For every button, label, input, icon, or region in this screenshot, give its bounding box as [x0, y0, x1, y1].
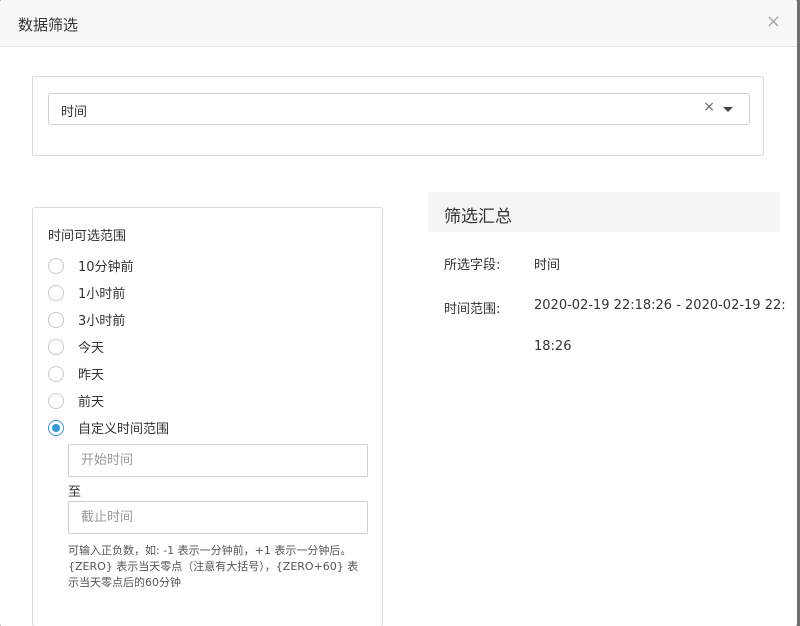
close-icon[interactable]: × [766, 12, 781, 32]
radio-label: 前天 [78, 395, 105, 410]
summary-title: 筛选汇总 [444, 207, 512, 227]
radio-label: 昨天 [78, 368, 105, 383]
radio-label: 自定义时间范围 [78, 422, 170, 437]
radio-option-3hours[interactable]: 3小时前 [48, 306, 169, 333]
radio-option-today[interactable]: 今天 [48, 333, 169, 360]
field-select-value: 时间 [61, 105, 88, 120]
modal-header: 数据筛选 × [0, 0, 797, 47]
summary-range-value: 2020-02-19 22:18:26 - 2020-02-19 22: [534, 298, 786, 313]
radio-button[interactable] [48, 257, 64, 274]
summary-range-value-cont: 18:26 [534, 339, 572, 354]
data-filter-modal: 数据筛选 × 时间 × 时间可选范围 10分钟前 1小时前 3小时前 今天 昨天… [0, 0, 797, 626]
end-time-input[interactable] [68, 501, 368, 534]
to-label: 至 [68, 485, 82, 500]
start-time-input[interactable] [68, 444, 368, 477]
radio-button[interactable] [48, 284, 64, 301]
time-range-panel: 时间可选范围 10分钟前 1小时前 3小时前 今天 昨天 前天 自定义时间范围 … [32, 207, 383, 626]
radio-button[interactable] [48, 365, 64, 382]
modal-title: 数据筛选 [18, 16, 79, 34]
hint-line: {ZERO} 表示当天零点（注意有大括号），{ZERO+60} 表 [68, 560, 359, 573]
input-hint: 可输入正负数，如: -1 表示一分钟前，+1 表示一分钟后。 {ZERO} 表示… [68, 543, 373, 591]
chevron-down-icon[interactable] [723, 107, 733, 112]
radio-label: 3小时前 [78, 314, 126, 329]
radio-option-yesterday[interactable]: 昨天 [48, 360, 169, 387]
radio-label: 1小时前 [78, 287, 126, 302]
radio-button[interactable] [48, 392, 64, 409]
radio-label: 今天 [78, 341, 105, 356]
radio-button[interactable] [48, 311, 64, 328]
time-range-title: 时间可选范围 [48, 229, 127, 244]
hint-line: 示当天零点后的60分钟 [68, 576, 181, 589]
radio-option-day-before[interactable]: 前天 [48, 387, 169, 414]
radio-label: 10分钟前 [78, 260, 134, 275]
radio-button[interactable] [48, 338, 64, 355]
time-range-options: 10分钟前 1小时前 3小时前 今天 昨天 前天 自定义时间范围 [48, 252, 169, 441]
summary-range-label: 时间范围: [444, 302, 501, 317]
summary-header: 筛选汇总 [428, 192, 780, 232]
hint-line: 可输入正负数，如: -1 表示一分钟前，+1 表示一分钟后。 [68, 544, 352, 557]
radio-option-1hour[interactable]: 1小时前 [48, 279, 169, 306]
summary-field-label: 所选字段: [444, 258, 501, 273]
clear-icon[interactable]: × [703, 99, 715, 115]
field-select-panel: 时间 × [32, 76, 764, 156]
summary-field-value: 时间 [534, 258, 561, 273]
radio-button-selected[interactable] [48, 419, 64, 436]
radio-option-10min[interactable]: 10分钟前 [48, 252, 169, 279]
radio-option-custom[interactable]: 自定义时间范围 [48, 414, 169, 441]
field-select[interactable]: 时间 × [48, 93, 750, 125]
